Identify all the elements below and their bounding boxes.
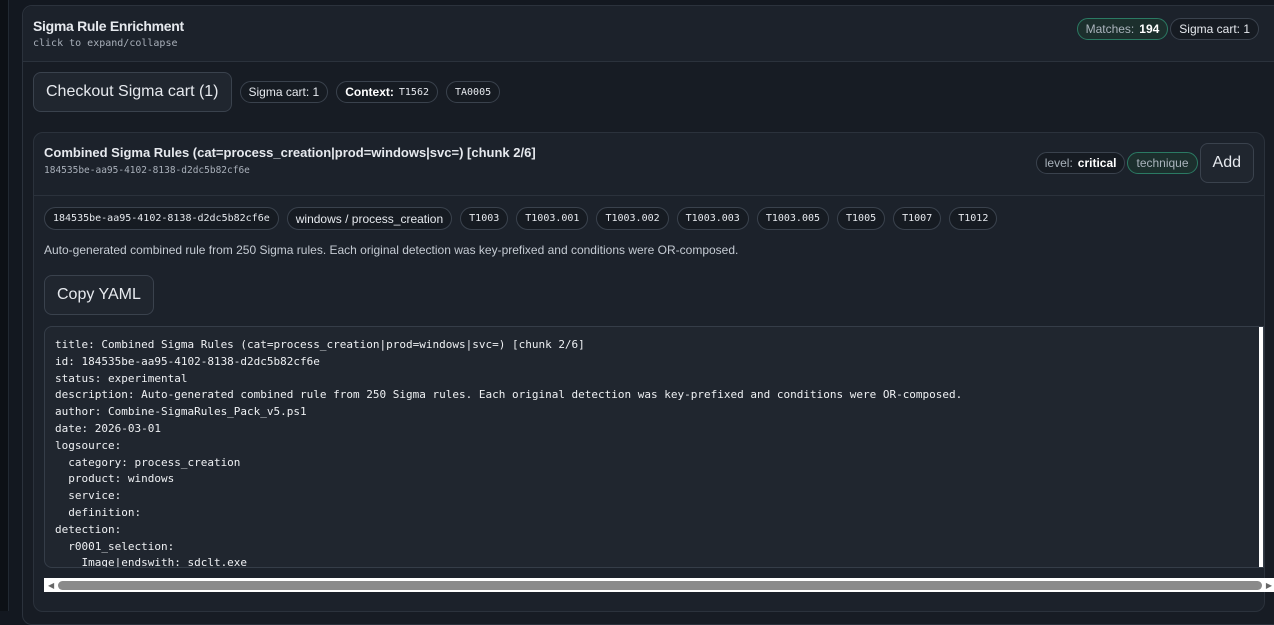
scrollbar-thumb[interactable] (58, 580, 1262, 590)
yaml-text: title: Combined Sigma Rules (cat=process… (55, 338, 963, 568)
tag-technique: T1003.002 (596, 207, 669, 230)
tag-technique: T1005 (837, 207, 886, 230)
context-pill: Context: T1562 (336, 81, 438, 103)
level-badge: level: critical (1035, 152, 1126, 174)
add-button[interactable]: Add (1199, 143, 1254, 183)
type-badge: technique (1127, 152, 1198, 174)
tag-list: 184535be-aa95-4102-8138-d2dc5b82cf6e win… (44, 207, 998, 230)
sigma-enrichment-panel: Sigma Rule Enrichment click to expand/co… (22, 5, 1274, 625)
cart-badge: Sigma cart: 1 (1170, 18, 1259, 40)
scroll-left-icon[interactable]: ◀ (48, 581, 54, 590)
tag-id: 184535be-aa95-4102-8138-d2dc5b82cf6e (44, 207, 279, 230)
copy-yaml-button[interactable]: Copy YAML (44, 275, 154, 315)
scroll-right-icon[interactable]: ▶ (1266, 581, 1272, 590)
tag-technique: T1003.005 (756, 207, 830, 230)
level-value: critical (1077, 156, 1117, 170)
level-label: level: (1044, 156, 1073, 170)
tag-technique: T1007 (893, 207, 942, 230)
tag-technique: T1003 (460, 207, 509, 230)
checkout-cart-button[interactable]: Checkout Sigma cart (1) (33, 72, 232, 112)
horizontal-scrollbar[interactable]: ◀ ▶ (44, 578, 1274, 592)
yaml-code-block[interactable]: title: Combined Sigma Rules (cat=process… (44, 326, 1264, 568)
rule-card: Combined Sigma Rules (cat=process_creati… (33, 132, 1274, 612)
vertical-scrollbar[interactable] (1259, 327, 1263, 567)
tag-technique: T1003.001 (516, 207, 589, 230)
matches-value: 194 (1139, 22, 1160, 36)
context-value: T1562 (398, 86, 429, 98)
cart-count-pill: Sigma cart: 1 (239, 81, 329, 103)
rule-description: Auto-generated combined rule from 250 Si… (44, 243, 739, 257)
tag-technique: T1012 (949, 207, 998, 230)
left-gutter (0, 0, 9, 611)
tag-logsource: windows / process_creation (286, 207, 453, 230)
tactic-pill: TA0005 (446, 81, 501, 103)
matches-label: Matches: (1085, 22, 1135, 36)
tag-technique: T1003.003 (676, 207, 749, 230)
matches-badge: Matches: 194 (1076, 18, 1169, 40)
context-label: Context: (345, 85, 394, 99)
panel-header[interactable]: Sigma Rule Enrichment click to expand/co… (23, 6, 1274, 62)
